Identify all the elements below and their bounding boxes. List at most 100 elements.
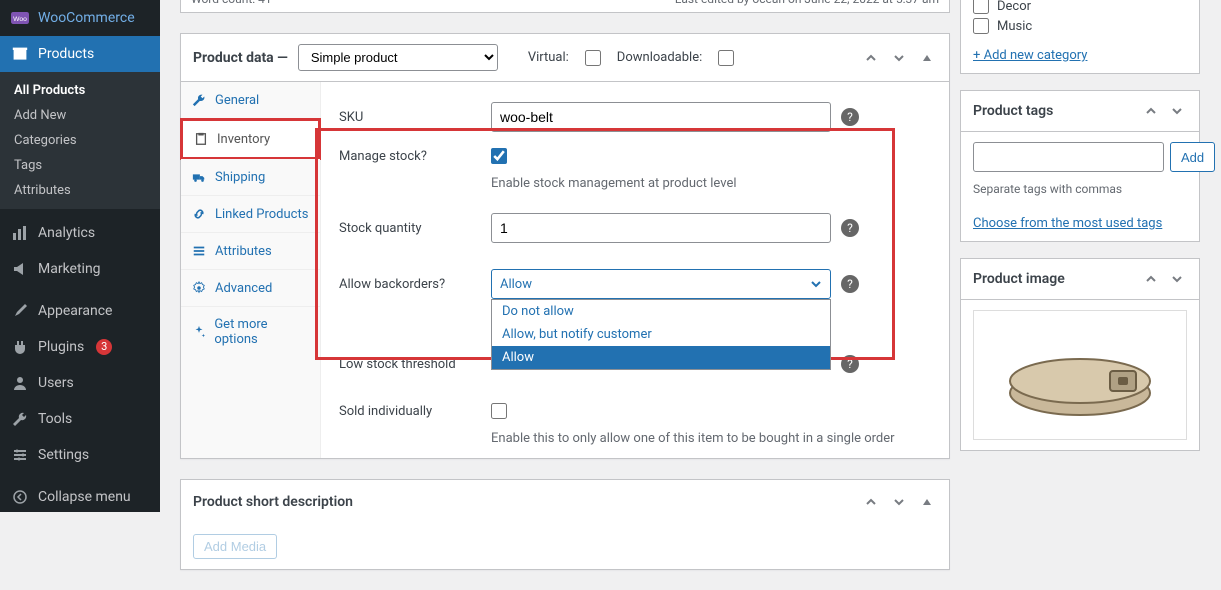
submenu-attributes[interactable]: Attributes (0, 178, 160, 203)
sidebar-item-analytics[interactable]: Analytics (0, 215, 160, 251)
backorders-option-allow[interactable]: Allow (492, 346, 830, 369)
backorders-dropdown: Do not allow Allow, but notify customer … (491, 299, 831, 370)
category-item-music[interactable]: Music (973, 16, 1187, 36)
last-edited: Last edited by ocean on June 22, 2022 at… (675, 0, 939, 6)
stock-qty-row: Stock quantity ? (339, 205, 931, 251)
product-options: Virtual: Downloadable: (528, 50, 734, 66)
virtual-label: Virtual: (528, 50, 569, 65)
submenu-categories[interactable]: Categories (0, 128, 160, 153)
chart-bar-icon (10, 223, 30, 243)
add-new-category-link[interactable]: + Add new category (973, 48, 1087, 63)
sidebar-item-plugins[interactable]: Plugins 3 (0, 329, 160, 365)
help-icon[interactable]: ? (841, 355, 859, 373)
tab-general[interactable]: General (181, 82, 320, 119)
sidebar-label: Settings (38, 447, 89, 463)
submenu-all-products[interactable]: All Products (0, 78, 160, 103)
add-tag-button[interactable]: Add (1170, 142, 1215, 172)
category-checkbox[interactable] (973, 0, 989, 14)
manage-stock-checkbox[interactable] (491, 148, 507, 164)
sold-individually-row: Sold individually (339, 395, 931, 427)
help-icon[interactable]: ? (841, 108, 859, 126)
tab-shipping[interactable]: Shipping (181, 159, 320, 196)
chevron-up-icon[interactable] (1141, 269, 1161, 289)
sku-input[interactable] (491, 102, 831, 132)
chevron-up-icon[interactable] (861, 48, 881, 68)
caret-up-icon[interactable] (917, 492, 937, 512)
panel-title: Product data — (193, 50, 288, 66)
help-icon[interactable]: ? (841, 275, 859, 293)
category-label: Decor (997, 0, 1031, 14)
tab-label: Advanced (215, 281, 272, 296)
sold-individually-label: Sold individually (339, 404, 479, 419)
virtual-checkbox[interactable] (585, 50, 601, 66)
sku-label: SKU (339, 110, 479, 125)
sku-row: SKU ? (339, 94, 931, 140)
backorders-option-do-not-allow[interactable]: Do not allow (492, 300, 830, 323)
sliders-icon (10, 445, 30, 465)
choose-used-tags-link[interactable]: Choose from the most used tags (973, 216, 1162, 231)
tab-linked-products[interactable]: Linked Products (181, 196, 320, 233)
downloadable-checkbox[interactable] (718, 50, 734, 66)
panel-header: Product image (961, 259, 1199, 300)
sidebar-item-appearance[interactable]: Appearance (0, 293, 160, 329)
brush-icon (10, 301, 30, 321)
tab-attributes[interactable]: Attributes (181, 233, 320, 270)
sidebar-label: Marketing (38, 261, 101, 277)
sidebar-label: Users (38, 375, 74, 391)
submenu-add-new[interactable]: Add New (0, 103, 160, 128)
chevron-up-icon[interactable] (861, 492, 881, 512)
sidebar-item-users[interactable]: Users (0, 365, 160, 401)
gear-icon (191, 280, 207, 296)
sidebar-label: Plugins (38, 339, 84, 355)
product-type-select[interactable]: Simple product (298, 44, 498, 71)
tab-advanced[interactable]: Advanced (181, 270, 320, 307)
sidebar-item-products[interactable]: Products (0, 36, 160, 72)
stock-qty-input[interactable] (491, 213, 831, 243)
chevron-down-icon[interactable] (889, 492, 909, 512)
chevron-down-icon[interactable] (889, 48, 909, 68)
product-data-header: Product data — Simple product Virtual: D… (181, 34, 949, 82)
tab-label: Inventory (217, 132, 270, 147)
tab-inventory[interactable]: Inventory (180, 118, 321, 160)
tab-label: Linked Products (215, 207, 308, 222)
caret-up-icon[interactable] (917, 48, 937, 68)
tab-label: Shipping (215, 170, 265, 185)
chevron-down-icon[interactable] (1167, 269, 1187, 289)
chevron-up-icon[interactable] (1141, 101, 1161, 121)
tab-get-more-options[interactable]: Get more options (181, 307, 320, 357)
add-media-button[interactable]: Add Media (193, 534, 277, 559)
backorders-option-allow-notify[interactable]: Allow, but notify customer (492, 323, 830, 346)
sidebar-item-settings[interactable]: Settings (0, 437, 160, 473)
product-image-thumbnail[interactable] (973, 310, 1187, 440)
panel-title: Product short description (193, 494, 353, 510)
sold-individually-desc: Enable this to only allow one of this it… (491, 431, 931, 446)
plug-icon (10, 337, 30, 357)
category-item-decor[interactable]: Decor (973, 0, 1187, 16)
sold-individually-checkbox[interactable] (491, 403, 507, 419)
categories-panel-partial: Decor Music + Add new category (960, 0, 1200, 74)
sidebar-collapse[interactable]: Collapse menu (0, 479, 160, 515)
tag-input[interactable] (973, 142, 1164, 172)
backorders-select[interactable]: Allow (491, 269, 831, 299)
clipboard-icon (193, 131, 209, 147)
user-icon (10, 373, 30, 393)
product-tags-panel: Product tags Add Separate tags with comm… (960, 90, 1200, 242)
archive-icon (10, 44, 30, 64)
manage-stock-label: Manage stock? (339, 149, 479, 164)
category-checkbox[interactable] (973, 18, 989, 34)
sidebar-item-tools[interactable]: Tools (0, 401, 160, 437)
products-submenu: All Products Add New Categories Tags Att… (0, 72, 160, 209)
sidebar-item-marketing[interactable]: Marketing (0, 251, 160, 287)
product-data-panel: Product data — Simple product Virtual: D… (180, 33, 950, 459)
sidebar-item-woocommerce[interactable]: Woo WooCommerce (0, 0, 160, 36)
stock-qty-label: Stock quantity (339, 221, 479, 236)
list-icon (191, 243, 207, 259)
product-data-body: General Inventory Shipping (181, 82, 949, 458)
svg-text:Woo: Woo (13, 16, 27, 23)
sidebar-label: WooCommerce (38, 10, 135, 26)
sidebar-label: Products (38, 46, 94, 62)
help-icon[interactable]: ? (841, 219, 859, 237)
editor-status-bar: Word count: 41 Last edited by ocean on J… (180, 0, 950, 13)
chevron-down-icon[interactable] (1167, 101, 1187, 121)
submenu-tags[interactable]: Tags (0, 153, 160, 178)
